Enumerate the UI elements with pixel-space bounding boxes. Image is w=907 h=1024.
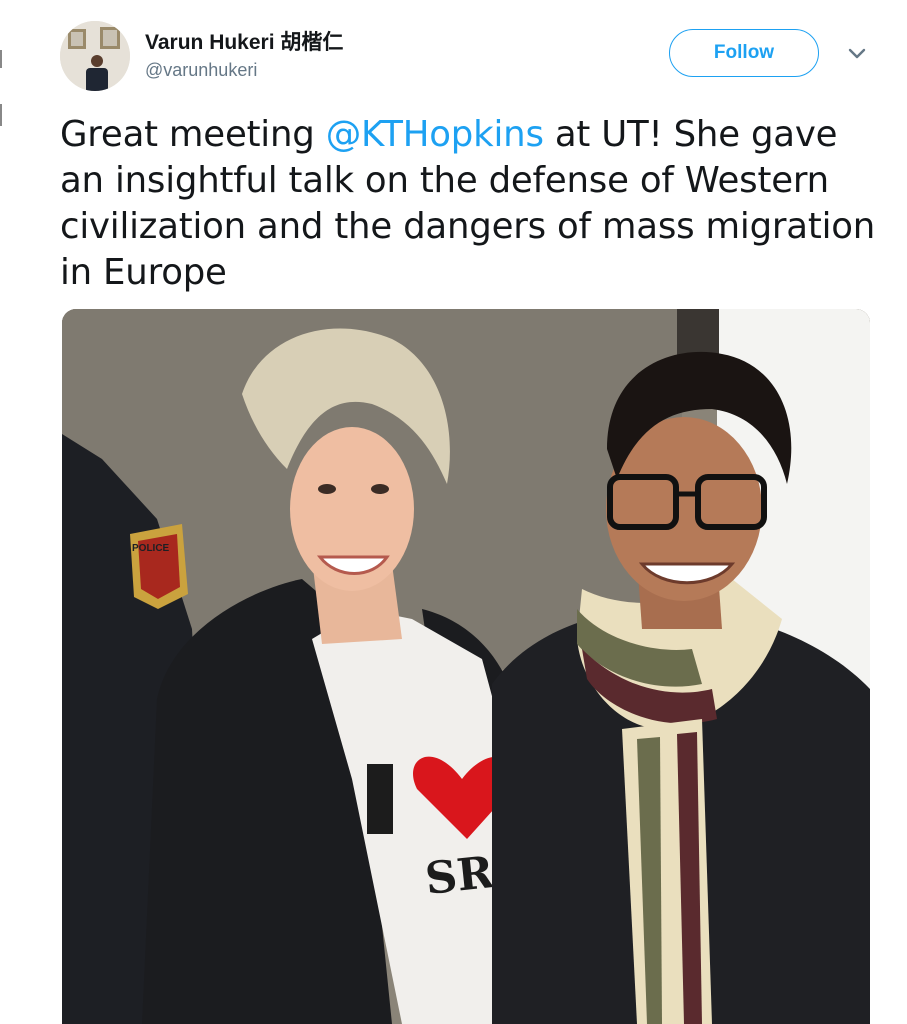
window-edge-mark bbox=[0, 50, 2, 68]
photo-image: POLICE SRAE bbox=[62, 309, 870, 1024]
tweet-text: Great meeting @KTHopkins at UT! She gave… bbox=[60, 112, 880, 296]
follow-button[interactable]: Follow bbox=[669, 29, 819, 77]
police-patch: POLICE bbox=[130, 524, 188, 609]
mention-link[interactable]: @KTHopkins bbox=[326, 114, 544, 155]
avatar-image bbox=[60, 21, 130, 91]
tweet-text-part: Great meeting bbox=[60, 114, 326, 155]
author-display-name[interactable]: Varun Hukeri 胡楷仁 bbox=[145, 26, 343, 56]
chevron-down-icon[interactable] bbox=[846, 46, 868, 62]
author-handle[interactable]: @varunhukeri bbox=[145, 60, 257, 81]
tweet-photo[interactable]: POLICE SRAE bbox=[62, 309, 870, 1024]
patch-text: POLICE bbox=[132, 543, 170, 554]
window-edge-mark bbox=[0, 104, 2, 126]
avatar[interactable] bbox=[60, 21, 130, 91]
tweet-page: Varun Hukeri 胡楷仁 @varunhukeri Follow Gre… bbox=[0, 0, 907, 1024]
